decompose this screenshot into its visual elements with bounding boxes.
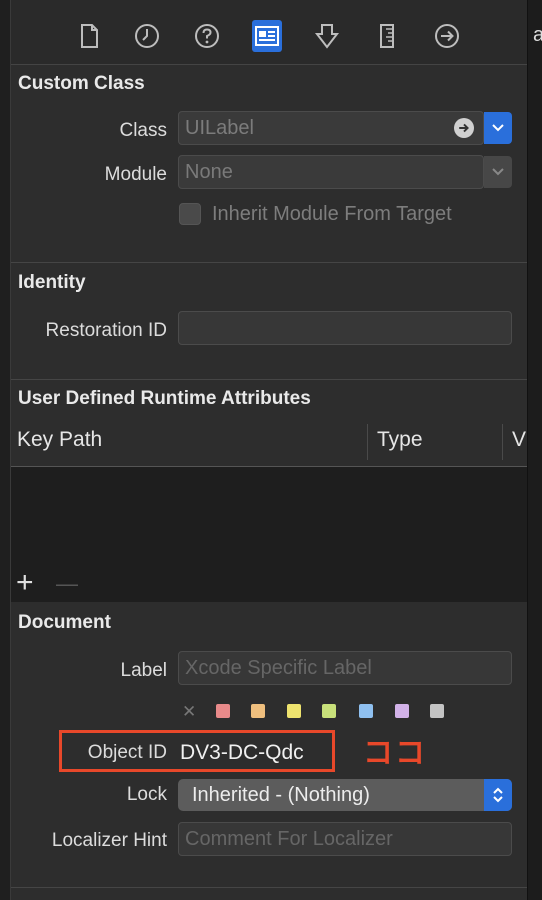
chevron-down-icon	[492, 124, 504, 132]
inherit-module-label: Inherit Module From Target	[212, 203, 452, 225]
color-swatch-orange[interactable]	[251, 704, 265, 718]
lock-popup[interactable]: Inherited - (Nothing)	[178, 779, 512, 811]
localizer-hint-label: Localizer Hint	[51, 830, 167, 851]
color-swatch-yellow[interactable]	[287, 704, 301, 718]
attributes-icon[interactable]	[312, 20, 342, 52]
module-field[interactable]: None	[178, 155, 484, 189]
inspector-toolbar	[11, 0, 527, 65]
column-divider[interactable]	[502, 424, 503, 460]
restoration-id-label: Restoration ID	[45, 320, 167, 341]
clear-color-button[interactable]: ✕	[182, 703, 196, 721]
up-down-chevron-icon	[493, 787, 503, 803]
right-window-edge: a	[527, 0, 542, 900]
file-icon[interactable]	[74, 20, 104, 52]
color-swatch-blue[interactable]	[359, 704, 373, 718]
class-label: Class	[119, 120, 167, 141]
column-divider[interactable]	[367, 424, 368, 460]
identity-inspector-panel: Custom Class Class UILabel Module None I…	[11, 0, 527, 900]
label-label: Label	[120, 660, 168, 681]
color-swatch-red[interactable]	[216, 704, 230, 718]
class-dropdown-button[interactable]	[484, 112, 512, 144]
color-swatch-green[interactable]	[322, 704, 336, 718]
column-type[interactable]: Type	[377, 428, 423, 452]
module-dropdown-button[interactable]	[484, 156, 512, 188]
clock-icon[interactable]	[132, 20, 162, 52]
runtime-attributes-table-body[interactable]	[11, 467, 527, 602]
document-title: Document	[18, 612, 111, 633]
left-editor-edge	[0, 0, 11, 900]
localizer-hint-field[interactable]: Comment For Localizer	[178, 822, 512, 856]
runtime-attributes-title: User Defined Runtime Attributes	[18, 388, 311, 409]
annotation-koko: ココ	[363, 737, 427, 770]
inherit-module-checkbox[interactable]	[179, 203, 201, 225]
custom-class-section: Custom Class Class UILabel Module None I…	[11, 65, 527, 263]
edge-text: a	[533, 24, 542, 46]
size-icon[interactable]	[372, 20, 402, 52]
column-key-path[interactable]: Key Path	[17, 428, 102, 452]
label-field[interactable]: Xcode Specific Label	[178, 651, 512, 685]
column-value[interactable]: V	[512, 428, 526, 452]
identity-section: Identity Restoration ID	[11, 263, 527, 380]
add-attribute-button[interactable]: +	[16, 568, 34, 598]
go-to-class-icon[interactable]	[454, 118, 474, 138]
lock-label: Lock	[126, 784, 167, 805]
object-id-value: DV3-DC-Qdc	[180, 741, 304, 764]
runtime-attributes-section: User Defined Runtime Attributes	[11, 380, 527, 420]
custom-class-title: Custom Class	[18, 73, 145, 94]
remove-attribute-button[interactable]: —	[56, 571, 78, 597]
restoration-id-field[interactable]	[178, 311, 512, 345]
color-swatch-purple[interactable]	[395, 704, 409, 718]
identity-icon[interactable]	[252, 20, 282, 52]
module-label: Module	[104, 164, 167, 185]
identity-title: Identity	[18, 272, 86, 293]
connections-icon[interactable]	[432, 20, 462, 52]
class-field[interactable]: UILabel	[178, 111, 484, 145]
color-swatch-gray[interactable]	[430, 704, 444, 718]
help-icon[interactable]	[192, 20, 222, 52]
object-id-label: Object ID	[87, 742, 167, 763]
chevron-down-icon	[492, 168, 504, 176]
lock-stepper[interactable]	[484, 779, 512, 811]
